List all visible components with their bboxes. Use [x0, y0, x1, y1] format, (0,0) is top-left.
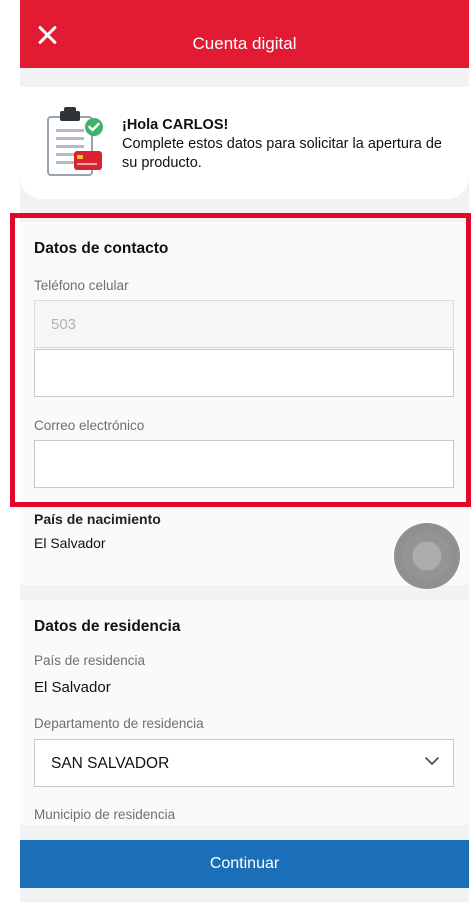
greeting-card: ¡Hola CARLOS! Complete estos datos para … — [20, 87, 469, 199]
greeting-text: ¡Hola CARLOS! Complete estos datos para … — [122, 116, 452, 173]
contact-section: Datos de contacto Teléfono celular 503 C… — [20, 222, 469, 512]
continue-button[interactable]: Continuar — [20, 840, 469, 888]
birth-country-label: País de nacimiento — [34, 511, 161, 527]
phone-input[interactable] — [34, 349, 454, 397]
email-label: Correo electrónico — [34, 418, 145, 433]
greeting-message: Complete estos datos para solicitar la a… — [122, 136, 442, 171]
contact-section-title: Datos de contacto — [34, 240, 169, 257]
residence-section-title: Datos de residencia — [34, 618, 181, 635]
header-bar: Cuenta digital — [20, 0, 469, 68]
country-code-field: 503 — [34, 300, 454, 348]
clipboard-document-icon — [47, 107, 103, 176]
touch-indicator — [394, 523, 460, 589]
department-label: Departamento de residencia — [34, 716, 204, 731]
phone-label: Teléfono celular — [34, 278, 129, 293]
chevron-down-icon — [425, 757, 439, 765]
birth-country-section: País de nacimiento El Salvador — [20, 505, 469, 589]
country-code-value: 503 — [51, 316, 77, 333]
residence-country-label: País de residencia — [34, 653, 146, 668]
residence-section: Datos de residencia País de residencia E… — [20, 600, 469, 825]
birth-country-value: El Salvador — [34, 535, 106, 551]
email-input[interactable] — [34, 440, 454, 488]
residence-country-value: El Salvador — [34, 679, 111, 696]
greeting-hello: ¡Hola CARLOS! — [122, 117, 229, 133]
department-select[interactable]: SAN SALVADOR — [34, 739, 454, 787]
department-value: SAN SALVADOR — [51, 755, 170, 772]
municipality-label: Municipio de residencia — [34, 807, 176, 822]
page-title: Cuenta digital — [192, 34, 297, 53]
app-screen: Cuenta digital ¡Hola CARLOS! Complete es… — [20, 0, 469, 902]
